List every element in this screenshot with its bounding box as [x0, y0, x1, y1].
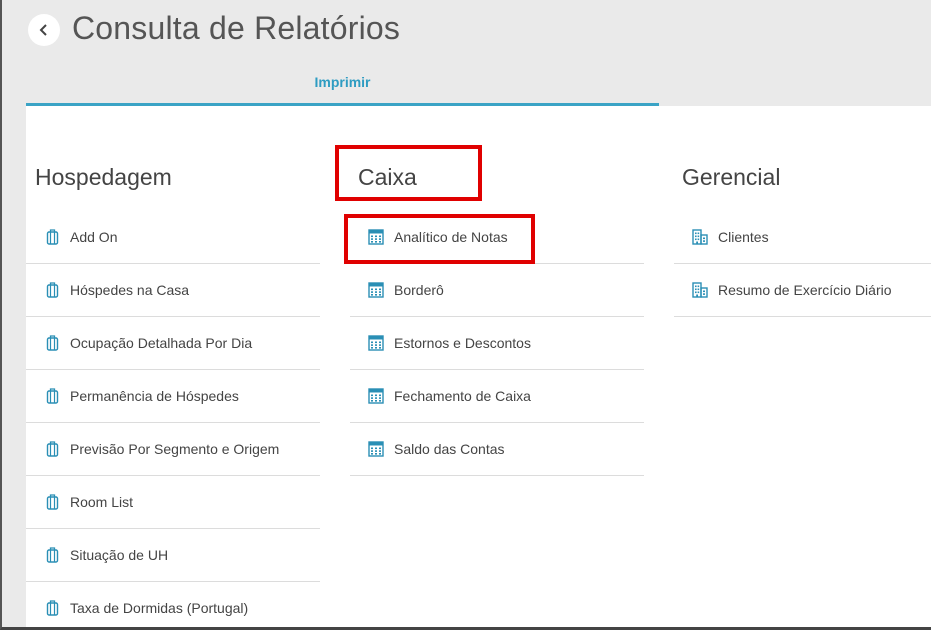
- report-item-label: Room List: [70, 494, 134, 510]
- report-item-label: Hóspedes na Casa: [70, 282, 190, 298]
- app-frame: Consulta de Relatórios Imprimir Hospedag…: [0, 0, 931, 630]
- report-item-room-list[interactable]: Room List: [26, 476, 320, 529]
- report-item-label: Add On: [70, 229, 118, 245]
- report-list-hospedagem: Add On Hóspedes na Casa Ocupação Detalhada…: [26, 211, 320, 630]
- luggage-icon: [44, 441, 60, 457]
- report-item-clientes[interactable]: Clientes: [674, 211, 931, 264]
- report-item-permanencia-de-hospedes[interactable]: Permanência de Hóspedes: [26, 370, 320, 423]
- luggage-icon: [44, 282, 60, 298]
- luggage-icon: [44, 229, 60, 245]
- tab-imprimir[interactable]: Imprimir: [26, 74, 659, 90]
- page-header: Consulta de Relatórios: [2, 0, 931, 60]
- luggage-icon: [44, 335, 60, 351]
- report-item-label: Clientes: [718, 229, 769, 245]
- report-item-label: Borderô: [394, 282, 444, 298]
- report-item-situacao-de-uh[interactable]: Situação de UH: [26, 529, 320, 582]
- luggage-icon: [44, 600, 60, 616]
- luggage-icon: [44, 494, 60, 510]
- calculator-icon: [368, 282, 384, 298]
- report-item-bordero[interactable]: Borderô: [350, 264, 644, 317]
- report-item-label: Fechamento de Caixa: [394, 388, 531, 404]
- report-item-estornos-e-descontos[interactable]: Estornos e Descontos: [350, 317, 644, 370]
- report-item-label: Estornos e Descontos: [394, 335, 531, 351]
- report-item-label: Previsão Por Segmento e Origem: [70, 441, 280, 457]
- calculator-icon: [368, 388, 384, 404]
- section-title-gerencial: Gerencial: [682, 164, 781, 190]
- page-title: Consulta de Relatórios: [72, 10, 401, 46]
- report-item-label: Situação de UH: [70, 547, 169, 563]
- calculator-icon: [368, 441, 384, 457]
- report-item-label: Ocupação Detalhada Por Dia: [70, 335, 253, 351]
- report-item-resumo-de-exercicio-diario[interactable]: Resumo de Exercício Diário: [674, 264, 931, 317]
- report-item-saldo-das-contas[interactable]: Saldo das Contas: [350, 423, 644, 476]
- report-item-ocupacao-detalhada-por-dia[interactable]: Ocupação Detalhada Por Dia: [26, 317, 320, 370]
- back-button[interactable]: [28, 14, 60, 46]
- tab-bar: Imprimir: [26, 68, 659, 106]
- report-item-label: Saldo das Contas: [394, 441, 505, 457]
- luggage-icon: [44, 388, 60, 404]
- building-icon: [692, 282, 708, 298]
- building-icon: [692, 229, 708, 245]
- highlight-box-caixa: [335, 145, 482, 201]
- report-item-add-on[interactable]: Add On: [26, 211, 320, 264]
- section-title-hospedagem: Hospedagem: [35, 164, 172, 190]
- report-item-taxa-de-dormidas-portugal[interactable]: Taxa de Dormidas (Portugal): [26, 582, 320, 630]
- report-item-hospedes-na-casa[interactable]: Hóspedes na Casa: [26, 264, 320, 317]
- luggage-icon: [44, 547, 60, 563]
- report-list-gerencial: Clientes Resumo de Exercício Diário: [674, 211, 931, 317]
- report-item-label: Taxa de Dormidas (Portugal): [70, 600, 249, 616]
- chevron-left-icon: [39, 24, 47, 36]
- report-item-label: Permanência de Hóspedes: [70, 388, 239, 404]
- report-item-label: Resumo de Exercício Diário: [718, 282, 892, 298]
- report-item-previsao-por-segmento-e-origem[interactable]: Previsão Por Segmento e Origem: [26, 423, 320, 476]
- report-item-fechamento-de-caixa[interactable]: Fechamento de Caixa: [350, 370, 644, 423]
- calculator-icon: [368, 335, 384, 351]
- reports-panel: Hospedagem Add On Hóspedes na Casa Ocupaçã…: [26, 106, 931, 627]
- highlight-box-analitico: [344, 214, 535, 264]
